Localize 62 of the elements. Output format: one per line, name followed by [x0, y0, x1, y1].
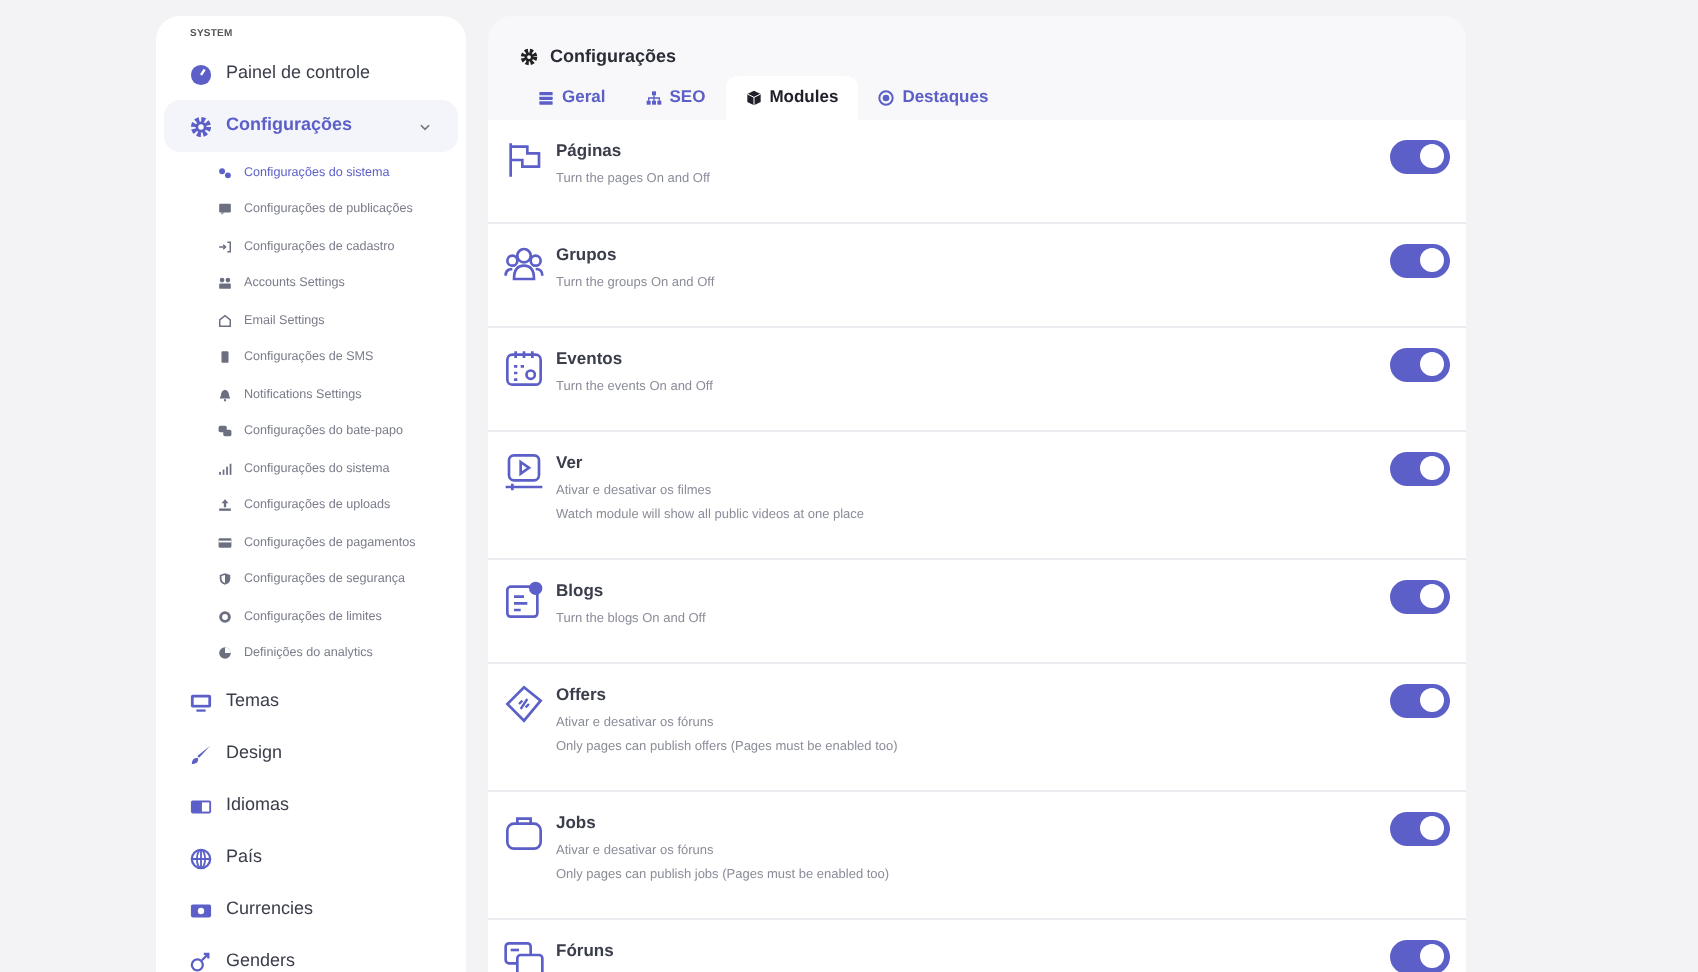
calendar-icon: [504, 347, 544, 387]
sidebar-item[interactable]: Genders: [164, 936, 458, 972]
tab[interactable]: Geral: [518, 75, 626, 119]
module-title: Offers: [556, 681, 609, 705]
pie-icon: [218, 646, 232, 661]
bag-icon: [504, 811, 544, 851]
module-title: Ver: [556, 449, 585, 473]
gender-icon: [190, 951, 212, 972]
toggle-switch[interactable]: [1390, 451, 1450, 485]
sidebar-item[interactable]: Configurações: [164, 100, 458, 152]
sidebar-item[interactable]: Temas: [164, 676, 458, 728]
users-icon: [504, 243, 544, 283]
monitor-icon: [190, 691, 212, 713]
card-icon: [218, 535, 232, 550]
module-title: Fóruns: [556, 937, 616, 961]
shield-icon: [218, 572, 232, 587]
sitemap-icon: [645, 89, 662, 105]
toggle-switch[interactable]: [1390, 939, 1450, 972]
tab[interactable]: Destaques: [858, 75, 1009, 119]
settings-icon: [190, 115, 212, 137]
flag-icon: [504, 139, 544, 179]
signal-icon: [218, 461, 232, 476]
language-icon: [190, 795, 212, 817]
panel-title: Configurações: [550, 44, 677, 70]
dots-icon: [218, 165, 232, 180]
module-title: Páginas: [556, 137, 624, 161]
users-icon: [218, 276, 232, 291]
message-icon: [218, 202, 232, 217]
toggle-switch[interactable]: [1390, 579, 1450, 613]
list-icon: [538, 89, 554, 105]
tag-icon: [504, 683, 544, 723]
settings-icon: [520, 48, 538, 67]
toggle-switch[interactable]: [1390, 347, 1450, 381]
module-title: Blogs: [556, 577, 606, 601]
sidebar-item[interactable]: País: [164, 832, 458, 884]
tab[interactable]: SEO: [625, 75, 726, 119]
gauge-icon: [190, 63, 212, 85]
video-icon: [504, 451, 544, 491]
sidebar-item[interactable]: Design: [164, 728, 458, 780]
upload-icon: [218, 498, 232, 513]
brush-icon: [190, 743, 212, 765]
cube-icon: [745, 89, 762, 105]
toggle-switch[interactable]: [1390, 139, 1450, 173]
toggle-switch[interactable]: [1390, 683, 1450, 717]
sidebar-item[interactable]: Idiomas: [164, 780, 458, 832]
tab[interactable]: Modules: [725, 75, 859, 119]
sidebar-item[interactable]: Currencies: [164, 884, 458, 936]
chat-icon: [218, 424, 232, 439]
phone-icon: [218, 350, 232, 365]
module-title: Grupos: [556, 241, 619, 265]
toggle-switch[interactable]: [1390, 811, 1450, 845]
bell-icon: [218, 387, 232, 402]
toggle-switch[interactable]: [1390, 243, 1450, 277]
sidebar-item[interactable]: Painel de controle: [164, 48, 458, 100]
banknote-icon: [190, 899, 212, 921]
globe-icon: [190, 847, 212, 869]
sign-in-icon: [218, 239, 232, 254]
target-icon: [878, 89, 895, 105]
chevron-icon: [418, 119, 432, 133]
module-title: Eventos: [556, 345, 625, 369]
document-icon: [504, 579, 544, 619]
module-title: Jobs: [556, 809, 598, 833]
